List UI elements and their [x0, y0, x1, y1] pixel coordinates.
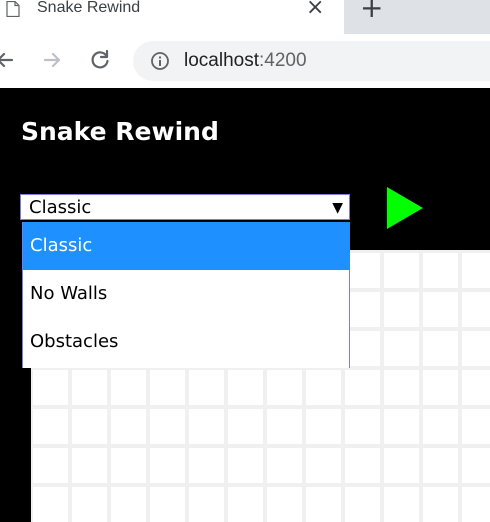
board-cell — [189, 370, 224, 405]
board-cell — [72, 448, 107, 483]
mode-option-classic[interactable]: Classic — [23, 222, 350, 270]
board-cell — [345, 253, 380, 288]
back-icon[interactable] — [0, 46, 20, 74]
board-cell — [423, 253, 458, 288]
tab-title: Snake Rewind — [37, 0, 141, 16]
board-cell — [33, 487, 68, 522]
board-cell — [384, 253, 419, 288]
board-cell — [306, 409, 341, 444]
board-cell — [33, 448, 68, 483]
forward-icon[interactable] — [39, 46, 67, 74]
url-host: localhost — [184, 50, 259, 71]
board-cell — [111, 448, 146, 483]
board-cell — [345, 409, 380, 444]
board-cell — [306, 370, 341, 405]
board-cell — [423, 292, 458, 327]
info-icon[interactable] — [150, 51, 170, 71]
board-cell — [189, 487, 224, 522]
board-cell — [189, 448, 224, 483]
board-cell — [111, 370, 146, 405]
board-cell — [384, 487, 419, 522]
board-cell — [267, 409, 302, 444]
board-cell — [150, 448, 185, 483]
board-cell — [423, 331, 458, 366]
browser-tab[interactable]: Snake Rewind × — [0, 0, 344, 34]
board-cell — [384, 331, 419, 366]
board-cell — [462, 448, 490, 483]
board-cell — [384, 448, 419, 483]
url-port: :4200 — [259, 50, 307, 71]
dropdown-arrow-icon: ▼ — [332, 200, 343, 216]
mode-select-value: Classic — [29, 197, 92, 218]
mode-dropdown-list: Classic No Walls Obstacles — [22, 222, 350, 368]
board-cell — [462, 253, 490, 288]
board-cell — [228, 370, 263, 405]
close-icon[interactable]: × — [306, 0, 324, 20]
mode-select[interactable]: Classic ▼ — [20, 194, 350, 220]
tab-strip: Snake Rewind × + — [0, 0, 490, 34]
page-icon — [6, 1, 20, 17]
board-cell — [306, 487, 341, 522]
board-cell — [345, 370, 380, 405]
board-cell — [423, 409, 458, 444]
board-cell — [345, 331, 380, 366]
board-cell — [150, 370, 185, 405]
board-cell — [384, 292, 419, 327]
board-cell — [33, 409, 68, 444]
board-cell — [267, 370, 302, 405]
board-cell — [423, 487, 458, 522]
board-cell — [228, 487, 263, 522]
board-cell — [345, 487, 380, 522]
board-cell — [462, 370, 490, 405]
board-cell — [423, 448, 458, 483]
mode-option-label: No Walls — [30, 283, 108, 304]
board-cell — [111, 487, 146, 522]
board-cell — [345, 292, 380, 327]
board-cell — [72, 370, 107, 405]
board-cell — [462, 487, 490, 522]
board-cell — [462, 292, 490, 327]
plus-icon[interactable]: + — [360, 0, 383, 22]
board-cell — [33, 370, 68, 405]
board-cell — [150, 487, 185, 522]
board-cell — [306, 448, 341, 483]
board-cell — [462, 409, 490, 444]
mode-option-no-walls[interactable]: No Walls — [23, 270, 350, 318]
reload-icon[interactable] — [86, 46, 114, 74]
play-icon[interactable] — [387, 187, 423, 229]
board-cell — [111, 409, 146, 444]
mode-option-label: Obstacles — [30, 331, 119, 352]
board-cell — [462, 331, 490, 366]
board-cell — [72, 487, 107, 522]
page-title: Snake Rewind — [21, 117, 219, 146]
mode-option-obstacles[interactable]: Obstacles — [23, 318, 350, 366]
board-cell — [228, 448, 263, 483]
board-cell — [267, 448, 302, 483]
board-cell — [189, 409, 224, 444]
board-cell — [267, 487, 302, 522]
board-cell — [423, 370, 458, 405]
board-cell — [228, 409, 263, 444]
board-cell — [384, 370, 419, 405]
board-cell — [150, 409, 185, 444]
board-cell — [72, 409, 107, 444]
mode-option-label: Classic — [30, 235, 93, 256]
board-cell — [384, 409, 419, 444]
url-text[interactable]: localhost:4200 — [184, 49, 307, 73]
board-cell — [345, 448, 380, 483]
